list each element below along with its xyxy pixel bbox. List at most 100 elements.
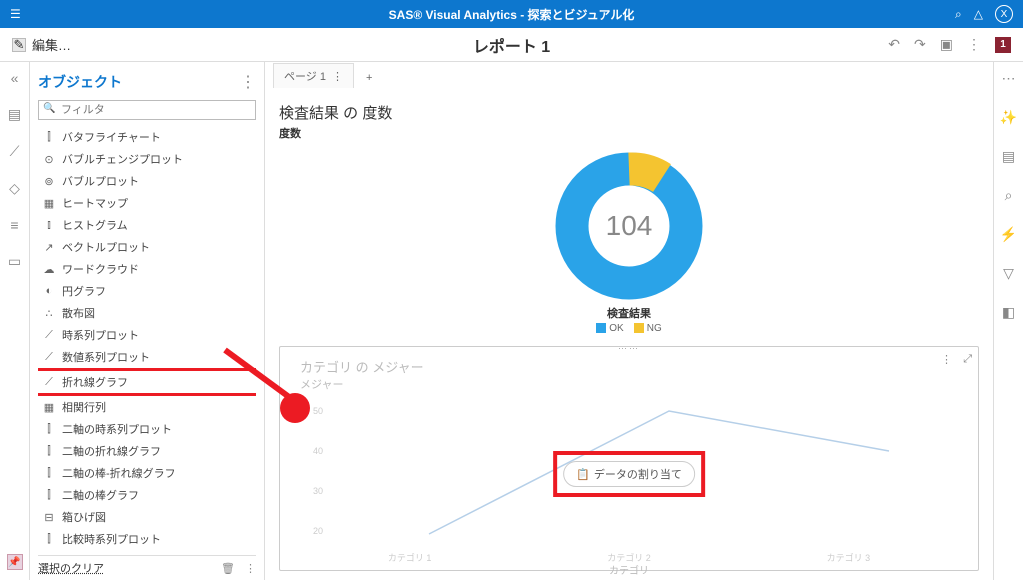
object-item-label: 二軸の棒-折れ線グラフ xyxy=(62,465,176,481)
ranks-icon[interactable]: ◧ xyxy=(1002,304,1015,321)
report-title: レポート 1 xyxy=(473,33,550,57)
svg-text:40: 40 xyxy=(313,446,323,456)
collapse-icon[interactable]: « xyxy=(11,70,19,86)
add-tab-button[interactable]: + xyxy=(358,68,380,88)
line-chart-card[interactable]: ⋯⋯ ⋮ ⤢ カテゴリ の メジャー メジャー 50 40 30 20 カテゴリ… xyxy=(279,346,979,571)
object-item[interactable]: ⟋ 折れ線グラフ xyxy=(38,368,256,396)
chart-type-icon: ⟋ xyxy=(42,375,56,389)
tabs: ページ 1 ⋮ + xyxy=(265,62,993,88)
more-icon[interactable]: ⋮ xyxy=(967,36,981,53)
tab-page1[interactable]: ページ 1 ⋮ xyxy=(273,63,354,88)
object-item-label: 数値系列プロット xyxy=(62,349,150,365)
object-item[interactable]: ⫿ 二軸の棒-折れ線グラフ xyxy=(38,462,256,484)
chart-type-icon: ⫿ xyxy=(42,444,56,458)
object-item[interactable]: ⫿ 二軸の棒グラフ xyxy=(38,484,256,506)
search-icon[interactable]: ⌕ xyxy=(955,7,962,22)
donut-chart[interactable]: 104 xyxy=(554,151,704,301)
left-rail: « ▤ ⟋ ◇ ≡ ▭ 📌 xyxy=(0,62,30,580)
object-item[interactable]: ⊚バブルプロット xyxy=(38,170,256,192)
object-item-label: ベクトルプロット xyxy=(62,239,150,255)
object-item[interactable]: ⟋時系列プロット xyxy=(38,324,256,346)
object-item-label: 相関行列 xyxy=(62,399,106,415)
user-avatar[interactable]: X xyxy=(995,5,1013,23)
pin-icon[interactable]: 📌 xyxy=(7,554,23,570)
tab-menu-icon[interactable]: ⋮ xyxy=(332,70,343,83)
donut-wrap: 104 検査結果 OK NG xyxy=(279,151,979,334)
object-item[interactable]: ⫿ 比較時系列プロット xyxy=(38,528,256,550)
undo-icon[interactable]: ↶ xyxy=(888,36,900,53)
svg-text:30: 30 xyxy=(313,486,323,496)
object-item[interactable]: ▦ ヒートマップ xyxy=(38,192,256,214)
rules-icon[interactable]: ⚡ xyxy=(1000,226,1017,243)
roles-icon[interactable]: ▤ xyxy=(1002,148,1015,165)
drag-handle-icon[interactable]: ⋯⋯ xyxy=(618,343,640,354)
object-item[interactable]: ☁ワードクラウド xyxy=(38,258,256,280)
clear-selection[interactable]: 選択のクリア xyxy=(38,560,104,576)
toolbar: ✎ 編集… レポート 1 ↶ ↷ ▣ ⋮ 1 xyxy=(0,28,1023,62)
chart-type-icon: ▦ xyxy=(42,400,56,414)
canvas: ページ 1 ⋮ + 検査結果 の 度数 度数 104 検査結果 xyxy=(265,62,993,580)
object-item[interactable]: ⫿バタフライチャート xyxy=(38,126,256,148)
edit-label: 編集… xyxy=(32,35,71,54)
object-item[interactable]: ⫿二軸の時系列プロット xyxy=(38,418,256,440)
object-item-label: 二軸の折れ線グラフ xyxy=(62,443,161,459)
menu-icon[interactable]: ☰ xyxy=(10,7,21,21)
object-item-label: 時系列プロット xyxy=(62,327,139,343)
object-item-label: バブルプロット xyxy=(62,173,139,189)
line-subtitle: メジャー xyxy=(300,376,958,392)
object-item-label: 比較時系列プロット xyxy=(62,531,161,547)
line-title: カテゴリ の メジャー xyxy=(300,357,958,376)
actions-icon[interactable]: ⌕ xyxy=(1005,187,1013,204)
assign-highlight: 📋 データの割り当て xyxy=(553,451,705,497)
legend-item-ok[interactable]: OK xyxy=(596,323,623,334)
object-item[interactable]: ∴散布図 xyxy=(38,302,256,324)
object-item[interactable]: ⫾ヒストグラム xyxy=(38,214,256,236)
legend-item-ng[interactable]: NG xyxy=(634,323,662,334)
object-item[interactable]: ↗ベクトルプロット xyxy=(38,236,256,258)
edit-button[interactable]: ✎ 編集… xyxy=(12,35,71,54)
object-item-label: ヒートマップ xyxy=(62,195,128,211)
object-item[interactable]: ≡平行座標プロット xyxy=(38,550,256,551)
trash-icon[interactable]: 🗑 xyxy=(221,562,235,575)
footer-more-icon[interactable]: ⋮ xyxy=(245,562,256,575)
object-item[interactable]: ⊙バブルチェンジプロット xyxy=(38,148,256,170)
chart-type-icon: ⫿ xyxy=(42,466,56,480)
bell-icon[interactable]: △ xyxy=(974,7,983,21)
object-item[interactable]: ⟋数値系列プロット xyxy=(38,346,256,368)
list-icon[interactable]: ≡ xyxy=(10,217,18,233)
object-item-label: 二軸の棒グラフ xyxy=(62,487,139,503)
legend-items: OK NG xyxy=(596,323,661,334)
chart-type-icon: ⫿ xyxy=(42,532,56,546)
canvas-body: 検査結果 の 度数 度数 104 検査結果 OK NG xyxy=(265,88,993,580)
object-item[interactable]: ⊟箱ひげ図 xyxy=(38,506,256,528)
object-item[interactable]: ◐円グラフ xyxy=(38,280,256,302)
line-xlabel: カテゴリ xyxy=(300,562,958,577)
card-menu-icon[interactable]: ⋮ xyxy=(941,353,952,366)
bookmark-icon[interactable]: ▭ xyxy=(8,253,21,270)
sidebar-menu-icon[interactable]: ⋮ xyxy=(240,72,256,92)
chart-type-icon: ⫿ xyxy=(42,488,56,502)
outline-icon[interactable]: ◇ xyxy=(9,180,20,197)
sidebar-title: オブジェクト xyxy=(38,72,122,92)
assign-data-button[interactable]: 📋 データの割り当て xyxy=(563,461,695,487)
object-item[interactable]: ▦ 相関行列 xyxy=(38,396,256,418)
filter-wrap xyxy=(38,100,256,126)
object-item-label: 折れ線グラフ xyxy=(62,374,128,390)
filter-icon[interactable]: ▽ xyxy=(1003,265,1014,282)
expand-icon[interactable]: ⋯ xyxy=(1002,70,1016,87)
save-icon[interactable]: ▣ xyxy=(940,36,953,53)
chart-type-icon: ▦ xyxy=(42,196,56,210)
object-item-label: バブルチェンジプロット xyxy=(62,151,183,167)
pencil-icon: ✎ xyxy=(12,38,26,52)
svg-text:20: 20 xyxy=(313,526,323,536)
donut-subtitle: 度数 xyxy=(279,125,979,141)
chart-type-icon: ⫿ xyxy=(42,130,56,144)
filter-input[interactable] xyxy=(38,100,256,120)
options-icon[interactable]: ✨ xyxy=(1000,109,1017,126)
notification-badge[interactable]: 1 xyxy=(995,37,1011,53)
data-icon[interactable]: ▤ xyxy=(8,106,21,123)
maximize-icon[interactable]: ⤢ xyxy=(963,353,972,366)
chart-icon[interactable]: ⟋ xyxy=(10,143,20,160)
object-item[interactable]: ⫿ 二軸の折れ線グラフ xyxy=(38,440,256,462)
redo-icon[interactable]: ↷ xyxy=(914,36,926,53)
